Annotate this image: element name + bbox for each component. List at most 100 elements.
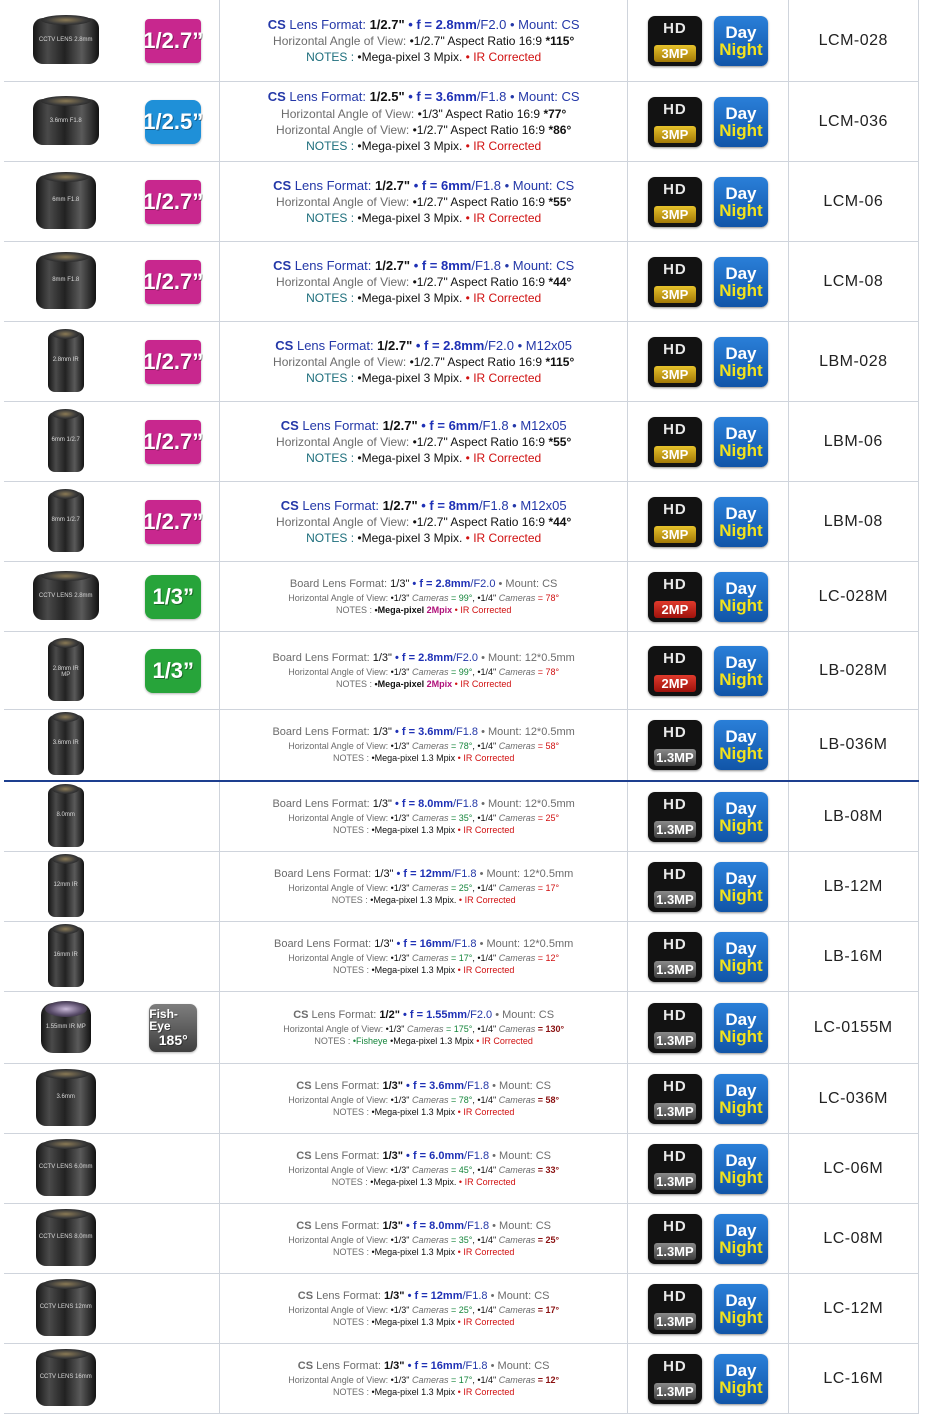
board-lens-icon[interactable]: 12mm IR — [47, 853, 84, 917]
spec-text: • IR Corrected — [455, 1106, 515, 1117]
board-lens-icon[interactable]: 2.8mm IR — [47, 328, 84, 392]
model-number[interactable]: LCM-028 — [789, 0, 919, 81]
spec-line: Horizontal Angle of View: •1/3" Cameras … — [288, 952, 559, 964]
spec-text: Cameras — [498, 741, 536, 752]
spec-line: Board Lens Format: 1/3" • f = 12mm/F1.8 … — [274, 867, 573, 882]
product-row[interactable]: CCTV LENS 6.0mm CS Lens Format: 1/3" • f … — [4, 1134, 919, 1204]
board-lens-icon[interactable]: 6mm 1/2.7 — [47, 408, 84, 472]
spec-text: Cameras — [498, 1374, 536, 1385]
spec-text: = 12° — [535, 1374, 560, 1385]
cs-lens-icon[interactable]: CCTV LENS 6.0mm — [35, 1138, 96, 1196]
model-number[interactable]: LB-036M — [789, 710, 919, 780]
board-lens-icon[interactable]: 3.6mm IR — [47, 712, 84, 775]
model-number[interactable]: LBM-08 — [789, 482, 919, 561]
model-number[interactable]: LCM-08 — [789, 242, 919, 321]
model-number[interactable]: LB-08M — [789, 782, 919, 851]
model-number[interactable]: LC-08M — [789, 1204, 919, 1273]
spec-text: •Fisheye — [352, 1035, 388, 1046]
product-row[interactable]: 8.0mm Board Lens Format: 1/3" • f = 8.0mm… — [4, 782, 919, 852]
model-number[interactable]: LB-16M — [789, 922, 919, 991]
model-number[interactable]: LC-028M — [789, 562, 919, 631]
model-number[interactable]: LB-028M — [789, 632, 919, 709]
hd-resolution-badge-icon: HD 3MP — [647, 15, 702, 66]
cs-lens-icon[interactable]: 8mm F1.8 — [35, 251, 96, 309]
model-number[interactable]: LC-0155M — [789, 992, 919, 1063]
product-row[interactable]: 2.8mm IR MP 1/3” Board Lens Format: 1/3" •… — [4, 632, 919, 710]
spec-text: CS — [275, 337, 294, 353]
lens-catalog-table: CCTV LENS 2.8mm 1/2.7” CS Lens Format: 1/2… — [4, 0, 919, 1414]
spec-text: = 58° — [535, 1094, 560, 1105]
spec-line: NOTES : •Fisheye •Mega-pixel 1.3 Mpix • … — [314, 1035, 533, 1047]
spec-text: /F1.8 — [464, 1079, 490, 1092]
spec-text: • Mount: 12*0.5mm — [476, 937, 574, 950]
model-number[interactable]: LC-036M — [789, 1064, 919, 1133]
product-row[interactable]: 3.6mm F1.8 1/2.5” CS Lens Format: 1/2.5" •… — [4, 82, 919, 162]
board-lens-icon[interactable]: 2.8mm IR MP — [47, 637, 84, 701]
model-number[interactable]: LBM-06 — [789, 402, 919, 481]
cs-lens-icon[interactable]: CCTV LENS 2.8mm — [32, 570, 99, 620]
product-row[interactable]: CCTV LENS 12mm CS Lens Format: 1/3" • f =… — [4, 1274, 919, 1344]
product-row[interactable]: CCTV LENS 16mm CS Lens Format: 1/3" • f =… — [4, 1344, 919, 1414]
spec-text: /F1.8 — [476, 89, 507, 105]
board-lens-icon[interactable]: 8.0mm — [47, 783, 84, 847]
product-row[interactable]: 6mm F1.8 1/2.7” CS Lens Format: 1/2.7" • f… — [4, 162, 919, 242]
model-number[interactable]: LBM-028 — [789, 322, 919, 401]
spec-text: Horizontal Angle of View: — [288, 1094, 391, 1105]
format-badge-cell: 1/2.7” — [127, 402, 221, 481]
night-label: Night — [719, 1377, 763, 1397]
cs-lens-icon[interactable]: 6mm F1.8 — [35, 171, 96, 229]
product-row[interactable]: 12mm IR Board Lens Format: 1/3" • f = 12m… — [4, 852, 919, 922]
model-number[interactable]: LCM-036 — [789, 82, 919, 161]
model-number[interactable]: LCM-06 — [789, 162, 919, 241]
cs-lens-icon[interactable]: CCTV LENS 2.8mm — [32, 14, 99, 64]
megapixel-label: 3MP — [653, 525, 696, 543]
spec-text: • f = 8.0mm — [391, 797, 453, 810]
product-row[interactable]: 16mm IR Board Lens Format: 1/3" • f = 16m… — [4, 922, 919, 992]
spec-text: •Mega-pixel 3 Mpix. — [357, 371, 463, 386]
spec-text: •Mega-pixel 1.3 Mpix — [371, 1386, 456, 1397]
model-number[interactable]: LC-06M — [789, 1134, 919, 1203]
spec-text: CS — [273, 177, 292, 193]
lens-engraving-label: 16mm IR — [53, 951, 78, 958]
cs-lens-icon[interactable]: 3.6mm — [35, 1068, 96, 1126]
cs-lens-icon[interactable]: CCTV LENS 12mm — [35, 1278, 96, 1336]
model-number[interactable]: LB-12M — [789, 852, 919, 921]
spec-text: 1/3" — [382, 1219, 403, 1232]
product-row[interactable]: CCTV LENS 8.0mm CS Lens Format: 1/3" • f … — [4, 1204, 919, 1274]
fisheye-lens-icon[interactable]: 1.55mm IR MP — [40, 1000, 91, 1053]
product-row[interactable]: 8mm 1/2.7 1/2.7” CS Lens Format: 1/2.7" • … — [4, 482, 919, 562]
product-row[interactable]: CCTV LENS 2.8mm 1/2.7” CS Lens Format: 1/2… — [4, 0, 919, 82]
cs-lens-icon[interactable]: CCTV LENS 16mm — [35, 1348, 96, 1406]
board-lens-icon[interactable]: 16mm IR — [47, 923, 84, 987]
spec-text: •1/2.7" Aspect Ratio 16:9 — [409, 34, 546, 49]
day-label: Day — [725, 1220, 757, 1240]
spec-text: , •1/4" — [472, 1094, 499, 1105]
model-number[interactable]: LC-12M — [789, 1274, 919, 1343]
cs-lens-icon[interactable]: CCTV LENS 8.0mm — [35, 1208, 96, 1266]
feature-badges-cell: HD 3MP Day Night — [628, 242, 789, 321]
board-lens-icon[interactable]: 8mm 1/2.7 — [47, 488, 84, 552]
lens-engraving-label: CCTV LENS 2.8mm — [38, 36, 93, 43]
lens-image-cell: 8.0mm — [4, 782, 127, 851]
product-row[interactable]: 2.8mm IR 1/2.7” CS Lens Format: 1/2.7" • f… — [4, 322, 919, 402]
feature-badges-cell: HD 3MP Day Night — [628, 82, 789, 161]
lens-image-cell: 12mm IR — [4, 852, 127, 921]
feature-badges-cell: HD 1.3MP Day Night — [628, 710, 789, 780]
lens-image-cell: CCTV LENS 8.0mm — [4, 1204, 127, 1273]
product-row[interactable]: 1.55mm IR MP Fish-Eye 185° CS Lens Format: … — [4, 992, 919, 1064]
product-row[interactable]: 3.6mm IR Board Lens Format: 1/3" • f = 3.… — [4, 710, 919, 782]
product-row[interactable]: 8mm F1.8 1/2.7” CS Lens Format: 1/2.7" • f… — [4, 242, 919, 322]
product-row[interactable]: 6mm 1/2.7 1/2.7” CS Lens Format: 1/2.7" • … — [4, 402, 919, 482]
spec-text: Cameras — [498, 882, 536, 893]
spec-text: • f = 8mm — [410, 257, 472, 273]
format-badge-cell — [127, 1344, 221, 1413]
product-row[interactable]: 3.6mm CS Lens Format: 1/3" • f = 3.6mm/F1… — [4, 1064, 919, 1134]
cs-lens-icon[interactable]: 3.6mm F1.8 — [32, 95, 99, 145]
spec-text: = 58° — [535, 741, 560, 752]
model-number[interactable]: LC-16M — [789, 1344, 919, 1413]
megapixel-label: 1.3MP — [653, 960, 696, 978]
product-row[interactable]: CCTV LENS 2.8mm 1/3” Board Lens Format: 1/… — [4, 562, 919, 632]
megapixel-label: 3MP — [653, 365, 696, 383]
spec-line: CS Lens Format: 1/2.5" • f = 3.6mm/F1.8 … — [268, 88, 580, 106]
spec-text: • Mount: CS — [487, 1359, 550, 1372]
